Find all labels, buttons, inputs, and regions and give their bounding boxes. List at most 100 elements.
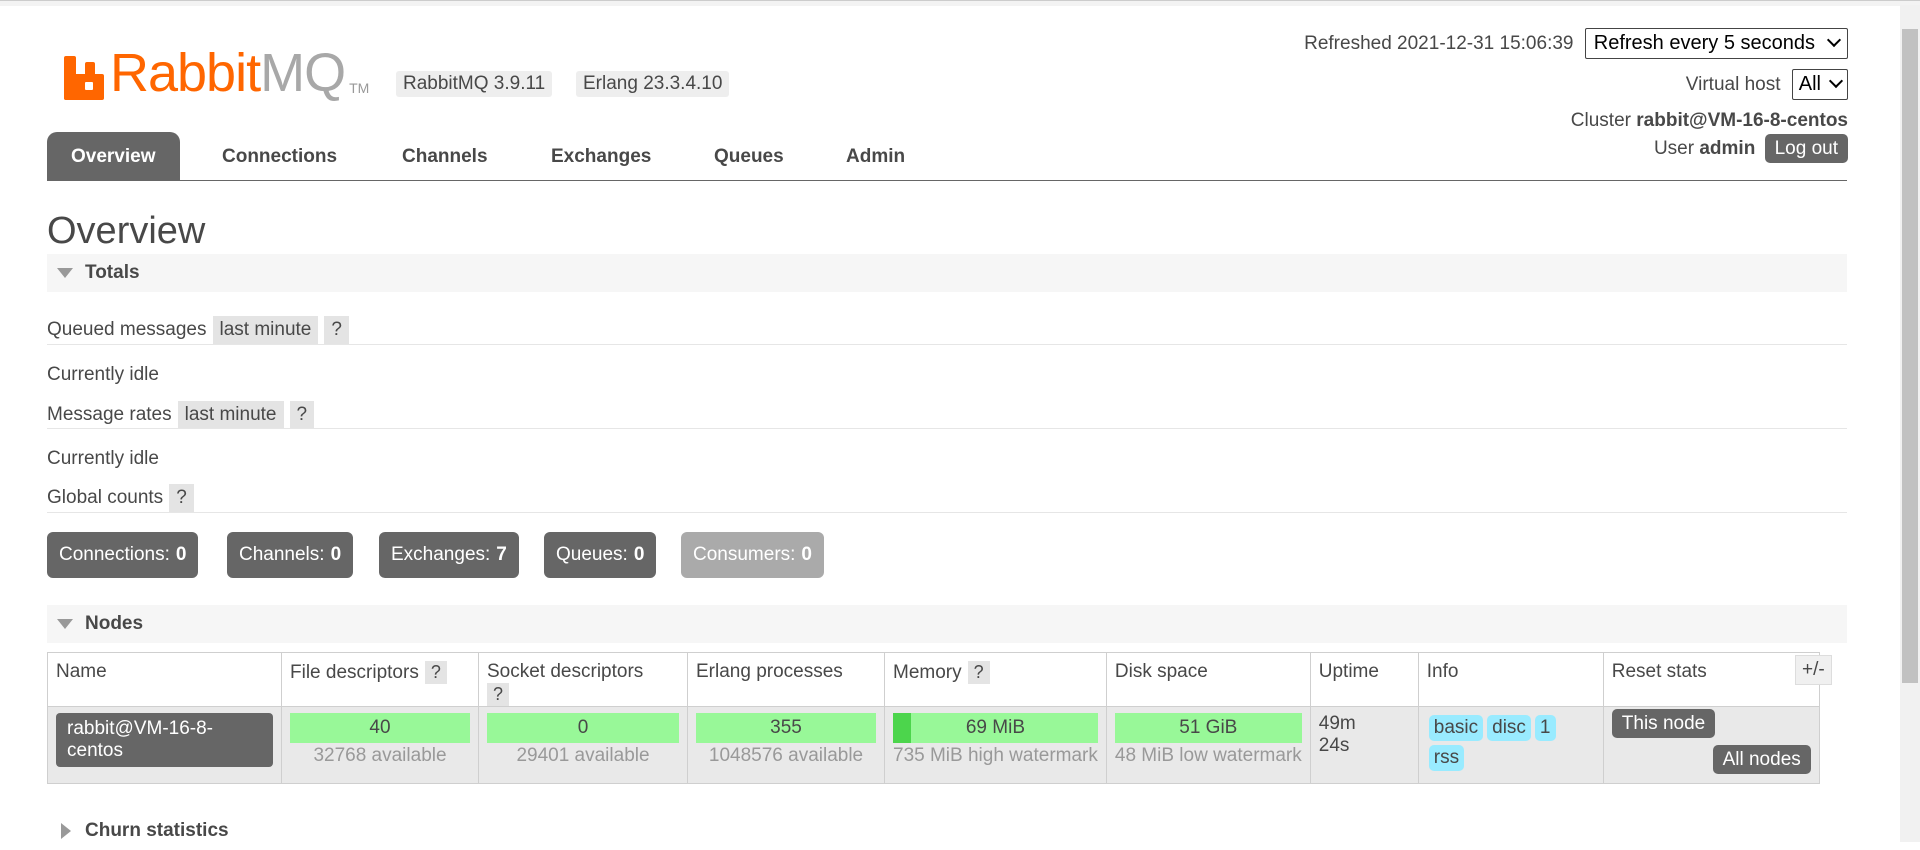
window-top-border [0, 0, 1920, 6]
uptime-cell: 49m 24s [1309, 706, 1419, 784]
collapse-triangle-icon [57, 268, 73, 278]
reset-stats-cell: This node All nodes [1602, 706, 1820, 784]
help-button[interactable]: ? [967, 661, 990, 684]
main-nav: Overview Connections Channels Exchanges … [47, 132, 1847, 181]
exchanges-count-button[interactable]: Exchanges: 7 [379, 532, 519, 578]
disk-low-watermark: 48 MiB low watermark [1114, 745, 1302, 766]
churn-statistics-label: Churn statistics [85, 820, 229, 841]
divider [47, 344, 1847, 345]
tab-connections[interactable]: Connections [222, 132, 337, 180]
reset-all-nodes-button[interactable]: All nodes [1712, 745, 1811, 774]
page-title: Overview [47, 210, 206, 252]
vhost-row: Virtual host All [1686, 69, 1848, 100]
disk-space-cell: 51 GiB 48 MiB low watermark [1105, 706, 1311, 784]
vertical-scrollbar[interactable] [1900, 5, 1920, 842]
help-button[interactable]: ? [169, 484, 194, 512]
column-header-reset-stats: Reset stats [1602, 652, 1820, 707]
uptime-seconds: 24s [1318, 735, 1350, 756]
help-button[interactable]: ? [424, 661, 447, 684]
tab-admin[interactable]: Admin [846, 132, 905, 180]
file-descriptors-available: 32768 available [313, 745, 447, 766]
rates-status: Currently idle [47, 448, 159, 469]
cluster-row: Cluster rabbit@VM-16-8-centos [1571, 110, 1848, 132]
queued-messages-label: Queued messages [47, 319, 207, 340]
table-row: rabbit@VM-16-8-centos 40 32768 available … [47, 706, 1820, 784]
cluster-name: rabbit@VM-16-8-centos [1636, 110, 1848, 131]
memory-high-watermark: 735 MiB high watermark [893, 745, 1098, 766]
vhost-select[interactable]: All [1791, 69, 1848, 100]
global-counts-row: Global counts? [47, 484, 194, 512]
disk-space-bar: 51 GiB [1114, 713, 1302, 743]
column-header-name: Name [47, 652, 282, 707]
node-name-cell: rabbit@VM-16-8-centos [47, 706, 282, 784]
rabbitmq-version: RabbitMQ 3.9.11 [396, 71, 553, 97]
socket-descriptors-available: 29401 available [516, 745, 650, 766]
erlang-processes-available: 1048576 available [708, 745, 864, 766]
file-descriptors-bar: 40 [290, 713, 470, 743]
erlang-processes-cell: 355 1048576 available [687, 706, 885, 784]
queued-messages-row: Queued messages last minute? [47, 316, 349, 344]
column-header-socket-descriptors: Socket descriptors? [478, 652, 688, 707]
cluster-label: Cluster [1570, 110, 1631, 131]
erlang-processes-bar: 355 [696, 713, 876, 743]
help-button[interactable]: ? [289, 401, 315, 429]
nodes-label: Nodes [85, 613, 144, 634]
chevron-down-icon [1828, 73, 1844, 89]
memory-cell: 69 MiB 735 MiB high watermark [884, 706, 1107, 784]
info-badge-rss: rss [1428, 745, 1465, 771]
info-badge-basic: basic [1428, 715, 1484, 741]
info-badge-disc: disc [1487, 715, 1531, 741]
column-header-file-descriptors: File descriptors? [281, 652, 479, 707]
logo-text: RabbitMQ [110, 43, 346, 103]
uptime-minutes: 49m [1318, 713, 1356, 734]
file-descriptors-cell: 40 32768 available [281, 706, 479, 784]
divider [47, 428, 1847, 429]
queues-count-button[interactable]: Queues: 0 [544, 532, 657, 578]
rates-range-chip[interactable]: last minute [177, 401, 284, 429]
table-header-row: Name File descriptors? Socket descriptor… [47, 652, 1820, 707]
scrollbar-thumb[interactable] [1902, 29, 1918, 683]
vhost-label: Virtual host [1685, 74, 1781, 95]
tab-channels[interactable]: Channels [402, 132, 488, 180]
column-header-erlang-processes: Erlang processes [687, 652, 885, 707]
message-rates-label: Message rates [47, 404, 172, 425]
column-header-memory: Memory? [884, 652, 1107, 707]
message-rates-row: Message rates last minute? [47, 401, 315, 429]
column-toggle-button[interactable]: +/- [1795, 655, 1832, 685]
tab-overview[interactable]: Overview [47, 132, 180, 180]
column-header-info: Info [1417, 652, 1604, 707]
socket-descriptors-cell: 0 29401 available [478, 706, 688, 784]
rabbitmq-logo[interactable]: RabbitMQ TM [64, 44, 369, 100]
nodes-section-header[interactable]: Nodes [47, 605, 1847, 643]
tab-queues[interactable]: Queues [714, 132, 784, 180]
socket-descriptors-bar: 0 [487, 713, 679, 743]
churn-section-header[interactable]: Churn statistics [47, 812, 1847, 850]
queued-status: Currently idle [47, 364, 159, 385]
collapse-triangle-icon [57, 619, 73, 629]
consumers-count-button[interactable]: Consumers: 0 [681, 532, 824, 578]
help-button[interactable]: ? [324, 316, 349, 344]
global-counts-label: Global counts [47, 487, 164, 508]
totals-section-header[interactable]: Totals [47, 254, 1847, 292]
help-button[interactable]: ? [487, 683, 510, 706]
reset-this-node-button[interactable]: This node [1611, 709, 1716, 738]
chevron-down-icon [1826, 32, 1842, 48]
trademark: TM [349, 80, 370, 96]
channels-count-button[interactable]: Channels: 0 [227, 532, 354, 578]
column-header-uptime: Uptime [1309, 652, 1419, 707]
queued-range-chip[interactable]: last minute [212, 316, 319, 344]
totals-label: Totals [85, 262, 140, 283]
erlang-version: Erlang 23.3.4.10 [576, 71, 730, 97]
column-header-disk-space: Disk space [1105, 652, 1311, 707]
nodes-table: Name File descriptors? Socket descriptor… [47, 652, 1820, 784]
tab-exchanges[interactable]: Exchanges [551, 132, 651, 180]
info-cell: basic disc 1 rss [1417, 706, 1604, 784]
refreshed-timestamp: Refreshed 2021-12-31 15:06:39 [1304, 33, 1574, 54]
refresh-row: Refreshed 2021-12-31 15:06:39 Refresh ev… [1304, 28, 1848, 59]
expand-triangle-icon [61, 823, 71, 839]
connections-count-button[interactable]: Connections: 0 [47, 532, 199, 578]
node-name-link[interactable]: rabbit@VM-16-8-centos [56, 713, 273, 767]
rabbitmq-logo-icon [64, 56, 104, 100]
info-badge-count: 1 [1534, 715, 1556, 741]
refresh-interval-select[interactable]: Refresh every 5 seconds [1584, 28, 1848, 59]
